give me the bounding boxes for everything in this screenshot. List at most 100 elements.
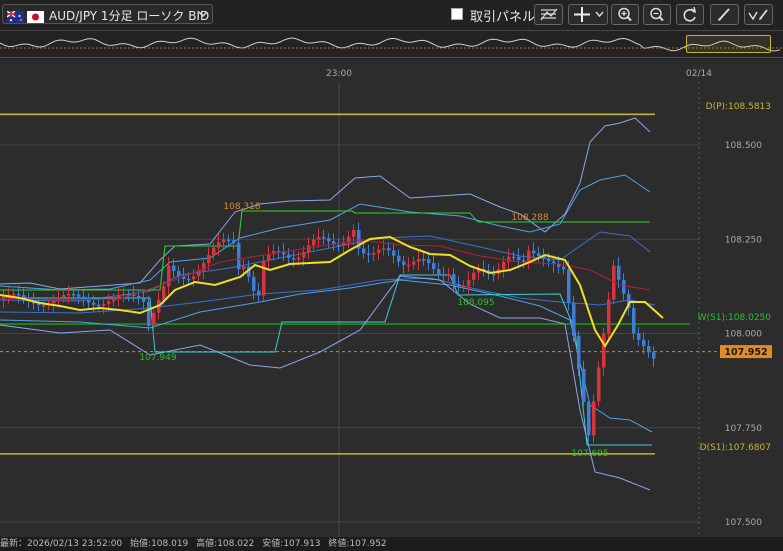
candle-body [262,260,266,296]
candle-body [527,250,531,262]
candle-body [562,266,566,270]
donchian-upper-line [0,210,650,291]
chart-overview-navigator[interactable] [0,30,783,58]
candle-body [577,335,581,369]
candle-body [457,283,461,287]
ohlc-status-bar: 最新：2026/02/13 23:52:00 始値:108.019 高値:108… [0,537,783,551]
candle-body [427,259,431,264]
candle-body [232,239,236,244]
candle-body [62,295,66,298]
status-high: 高値:108.022 [196,539,255,549]
overview-window-handle[interactable] [686,35,771,53]
price-tick-label: 108.500 [725,141,762,151]
candle-body [77,294,81,297]
candle-body [97,304,101,307]
status-close: 終値:107.952 [328,539,387,549]
candle-body [592,401,596,436]
candle-body [67,293,71,296]
candle-body [632,308,636,334]
candle-body [517,256,521,261]
candle-body [437,268,441,274]
candle-body [302,252,306,258]
candle-body [297,257,301,260]
refresh-icon [683,6,697,22]
candle-body [442,273,446,276]
chart-toolbar: AUD/JPY 1分足 ローソク BID 取引パネル [0,0,783,30]
overview-price-line [0,37,781,52]
zoom-out-button[interactable] [643,4,671,25]
candle-body [582,368,586,403]
trade-panel-checkbox[interactable] [451,8,463,20]
indicator-settings-icon [540,8,558,21]
candle-body [532,250,536,254]
candle-body [387,248,391,251]
candle-body [52,300,56,304]
status-latest: 最新：2026/02/13 23:52:00 [0,539,123,549]
time-label-2300: 23:00 [326,69,352,79]
candle-body [377,249,381,253]
candle-body [372,252,376,255]
price-tick-label: 108.000 [725,330,762,340]
drawing-tools-button[interactable] [744,4,773,25]
candle-body [42,304,46,307]
zoom-in-icon [618,7,632,22]
candle-body [567,269,571,303]
candle-body [642,339,646,347]
candle-body [392,250,396,256]
candlestick-series [2,222,656,443]
candle-body [257,290,261,296]
candle-body [587,402,591,436]
symbol-label: AUD/JPY 1分足 ローソク BID [49,9,210,23]
candle-body [417,259,421,262]
drawing-tools-icon [748,9,768,21]
chevron-down-icon [595,11,604,18]
refresh-button[interactable] [676,4,704,25]
pen-button[interactable] [710,4,739,25]
candle-body [207,255,211,264]
donchian-lower-line [0,274,652,446]
candle-body [647,346,651,353]
pivot-label: W(S1):108.0250 [698,313,772,323]
candle-body [147,301,151,326]
candle-body [337,244,341,247]
candle-body [637,333,641,340]
candle-body [17,293,21,296]
candle-body [382,248,386,250]
annotation-low-107695: 107.695 [571,449,608,459]
lower-band [0,279,653,433]
price-tick-label: 107.750 [725,424,762,434]
candle-body [407,264,411,267]
candle-body [452,273,456,284]
candle-body [537,253,541,256]
candle-body [187,278,191,281]
candle-body [107,301,111,304]
candle-body [177,271,181,276]
annotation-low-108095: 108.095 [457,298,494,308]
candle-body [152,312,156,326]
candle-body [352,230,356,237]
candle-body [502,261,506,270]
current-price-label: 107.952 [724,347,767,358]
candle-body [227,239,231,242]
candle-body [317,236,321,240]
annotation-high-108318: 108.318 [223,202,260,212]
indicator-settings-button[interactable] [534,4,563,25]
chevron-down-icon [198,7,208,24]
price-chart[interactable]: 23:00 02/14 108.318 108.288 108.095 107.949… [0,59,783,537]
candle-body [117,295,121,299]
candle-body [467,279,471,286]
candle-body [492,273,496,276]
candle-body [512,256,516,259]
candle-body [412,261,416,265]
crosshair-button[interactable] [568,4,608,25]
pivot-label: D(S1):107.6807 [700,443,771,453]
symbol-selector[interactable]: AUD/JPY 1分足 ローソク BID [2,4,213,24]
candle-body [142,298,146,302]
zoom-in-button[interactable] [611,4,639,25]
candle-body [327,237,331,242]
japan-flag-icon [27,8,44,23]
candle-body [12,293,16,296]
candle-body [362,248,366,254]
candle-body [572,302,576,336]
candle-body [287,254,291,259]
